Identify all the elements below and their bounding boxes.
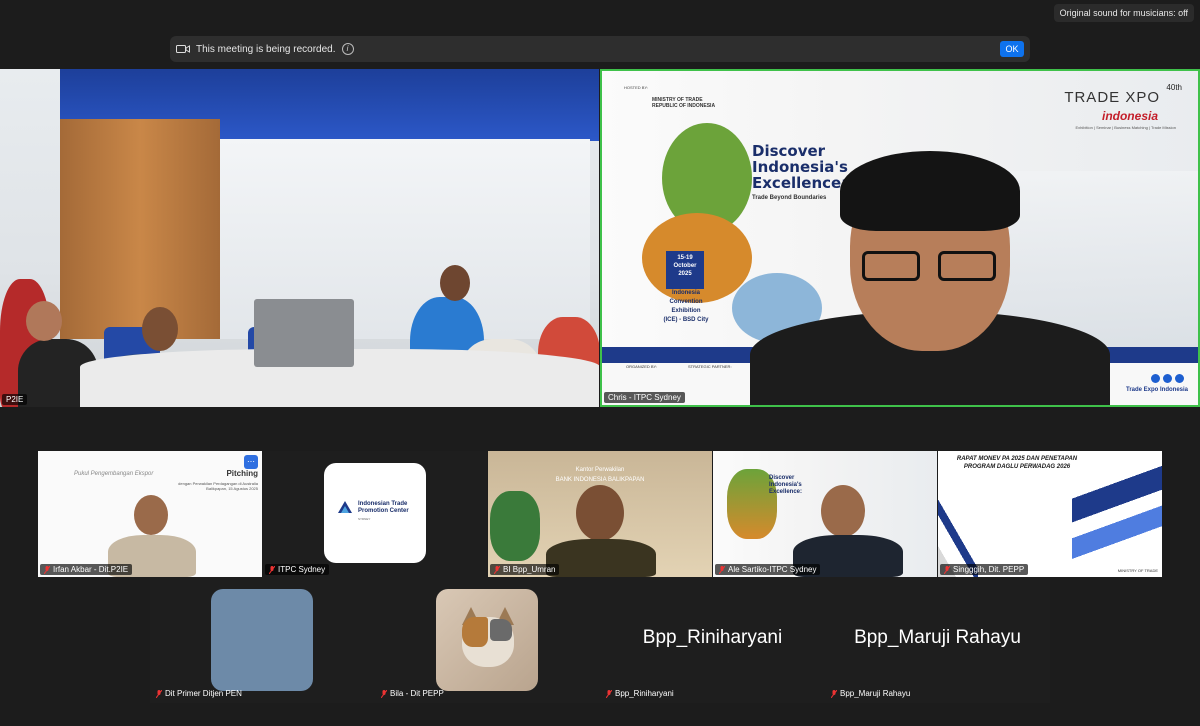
participant-name-tag: Singggih, Dit. PEPP [940, 564, 1029, 575]
mic-muted-icon [269, 565, 275, 574]
participant-name-tag: Bila - Dit PEPP [377, 688, 448, 699]
presenter-hair [840, 151, 1020, 231]
mic-muted-icon [944, 565, 950, 574]
more-options-icon[interactable]: ⋯ [244, 455, 258, 469]
recording-text: This meeting is being recorded. [196, 43, 336, 55]
participant-head [134, 495, 168, 535]
presenter [750, 151, 1110, 405]
slide-headline: Discover Indonesia's Excellence: [769, 475, 803, 495]
ministry-logo: MINISTRY OF TRADE [1117, 568, 1158, 573]
participant-head [26, 301, 62, 341]
avatar [211, 589, 313, 691]
original-sound-toggle[interactable]: Original sound for musicians: off [1053, 4, 1194, 22]
itpc-logo-subtitle: SYDNEY [358, 517, 371, 521]
bank-title: Kantor Perwakilan BANK INDONESIA BALIKPA… [555, 467, 645, 483]
trade-expo-indonesia: indonesia [1101, 109, 1158, 123]
participant-display-name: Bpp_Riniharyani [642, 627, 783, 648]
participant-head [821, 485, 865, 537]
monev-title: RAPAT MONEV PA 2025 DAN PENETAPAN PROGRA… [956, 456, 1078, 470]
strategic-partner-label: STRATEGIC PARTNER: [688, 364, 732, 369]
recording-banner: This meeting is being recorded. i OK [170, 36, 1030, 62]
participant-name-tag: Bpp_Maruji Rahayu [827, 688, 914, 699]
zoom-meeting-window: Original sound for musicians: off This m… [0, 0, 1200, 726]
mic-muted-icon [44, 565, 50, 574]
mic-muted-icon [606, 689, 612, 698]
mic-muted-icon [156, 689, 162, 698]
pitch-title: Pitching [226, 469, 258, 478]
social-icons [1151, 374, 1184, 383]
organized-by-label: ORGANIZED BY: [626, 364, 658, 369]
trade-expo-logo: TRADE XPO [1064, 89, 1160, 106]
video-tile-p2ie[interactable]: P2IE [0, 69, 599, 407]
video-tile-dit-primer[interactable]: Dit Primer Ditjen PEN [150, 577, 375, 703]
itpc-logo-text: Indonesian Trade Promotion Center [358, 501, 409, 514]
presenter-glasses [862, 251, 998, 283]
ministry-logo-text: MINISTRY OF TRADE REPUBLIC OF INDONESIA [652, 97, 716, 109]
itpc-logo: Indonesian Trade Promotion Center SYDNEY [324, 463, 426, 563]
ok-button[interactable]: OK [1000, 41, 1024, 57]
room-wood-panel [60, 119, 220, 339]
decorative-plant [490, 491, 540, 561]
edition-label: 40th [1166, 83, 1182, 92]
participant-name-tag: Ale Sartiko-ITPC Sydney [715, 564, 821, 575]
event-venue: Indonesia Convention Exhibition (ICE) - … [663, 290, 709, 323]
participant-head [440, 265, 470, 301]
video-tile-riniharyani[interactable]: Bpp_Riniharyani Bpp_Riniharyani [600, 577, 825, 703]
mic-muted-icon [719, 565, 725, 574]
participant-head [142, 307, 178, 351]
participant-name-tag: Dit Primer Ditjen PEN [152, 688, 246, 699]
participant-display-name: Bpp_Maruji Rahayu [854, 627, 1021, 648]
mic-muted-icon [494, 565, 500, 574]
video-tile-bi-bpp-umran[interactable]: Kantor Perwakilan BANK INDONESIA BALIKPA… [488, 451, 712, 577]
participant-strip: ⋯ Pukul Pengembangan Ekspor Pitching den… [38, 451, 1162, 577]
laptop [254, 299, 354, 367]
linkedin-icon [1163, 374, 1172, 383]
video-tile-ale-sartiko[interactable]: Discover Indonesia's Excellence: Ale Sar… [713, 451, 937, 577]
participant-grid: Dit Primer Ditjen PEN Bila - Dit PEPP Bp… [150, 577, 1050, 703]
pitch-script-text: Pukul Pengembangan Ekspor [74, 471, 154, 477]
info-icon[interactable]: i [341, 43, 354, 55]
video-tile-maruji-rahayu[interactable]: Bpp_Maruji Rahayu Bpp_Maruji Rahayu [825, 577, 1050, 703]
participant-name-tag: Bpp_Riniharyani [602, 688, 678, 699]
youtube-icon [1175, 374, 1184, 383]
pitch-subtitle: dengan Perwakilan Perdagangan di Austral… [178, 481, 258, 491]
participant-name-tag: P2IE [2, 394, 28, 405]
avatar-cat-photo [436, 589, 538, 691]
facebook-icon [1151, 374, 1160, 383]
hosted-by-label: HOSTED BY: [624, 85, 649, 90]
participant-head [576, 485, 624, 541]
participant-person [546, 539, 656, 577]
participant-name-tag: Irfan Akbar - Dit.P2IE [40, 564, 133, 575]
event-dates: 15-19 October 2025 [666, 251, 704, 289]
participant-name-tag: ITPC Sydney [265, 564, 330, 575]
video-tile-itpc-sydney[interactable]: Indonesian Trade Promotion Center SYDNEY… [263, 451, 487, 577]
mic-muted-icon [831, 689, 837, 698]
video-tile-bila[interactable]: Bila - Dit PEPP [375, 577, 600, 703]
mic-muted-icon [381, 689, 387, 698]
participant-name-tag: Chris - ITPC Sydney [604, 392, 685, 403]
social-handle: Trade Expo Indonesia [1125, 387, 1188, 393]
trade-expo-subtitle: Exhibition | Seminar | Business Matching… [1075, 125, 1177, 130]
video-tile-active-speaker[interactable]: HOSTED BY: MINISTRY OF TRADE REPUBLIC OF… [600, 69, 1200, 407]
participant-name-tag: BI Bpp_Umran [490, 564, 560, 575]
itpc-logo-icon [338, 501, 352, 513]
video-tile-singggih[interactable]: RAPAT MONEV PA 2025 DAN PENETAPAN PROGRA… [938, 451, 1162, 577]
video-tile-irfan[interactable]: ⋯ Pukul Pengembangan Ekspor Pitching den… [38, 451, 262, 577]
recording-icon [176, 44, 190, 54]
